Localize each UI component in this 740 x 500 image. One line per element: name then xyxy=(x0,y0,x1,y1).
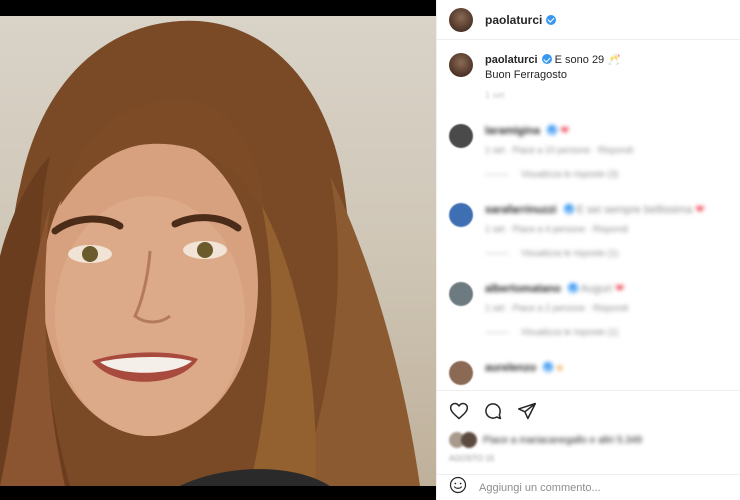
comment-item: laramigina ❤ 1 set · Piace a 10 persone … xyxy=(449,124,729,179)
caption-username[interactable]: paolaturci xyxy=(485,54,538,66)
caption-timestamp: 1 set xyxy=(485,90,505,100)
commenter-username[interactable]: albertomatano xyxy=(485,283,561,295)
post-photo[interactable] xyxy=(0,0,436,500)
view-replies-link[interactable]: Visualizza le risposte (1) xyxy=(485,327,628,337)
champagne-emoji: 🥂 xyxy=(607,54,621,66)
caption-text: paolaturci E sono 29 🥂 Buon Ferragosto xyxy=(485,53,621,83)
post-caption: paolaturci E sono 29 🥂 Buon Ferragosto 1… xyxy=(449,53,729,100)
commenter-username[interactable]: sarafarrinuzzi xyxy=(485,204,557,216)
post-date: AGOSTO 15 xyxy=(449,454,495,463)
replies-dash xyxy=(485,252,509,254)
commenter-username[interactable]: laramigina xyxy=(485,125,540,137)
comment-text: laramigina ❤ xyxy=(485,124,633,139)
comment-meta[interactable]: 1 set · Piace a 10 persone · Rispondi xyxy=(485,145,633,155)
heart-emoji-icon: ❤ xyxy=(615,283,625,295)
comment-item: sarafarrinuzzi E sei sempre bellissima ❤… xyxy=(449,203,729,258)
emoji-icon: ● xyxy=(556,362,564,374)
caption-body: E sono 29 xyxy=(554,54,605,66)
likes-text[interactable]: Piace a mariacanegallo e altri 5.349 xyxy=(483,435,642,446)
paper-plane-icon[interactable] xyxy=(517,401,537,421)
instagram-post-modal: paolaturci paolaturci E sono 29 🥂 Buon F… xyxy=(0,0,740,500)
likes-summary[interactable]: Piace a mariacanegallo e altri 5.349 xyxy=(449,432,729,448)
commenter-avatar[interactable] xyxy=(449,124,473,148)
post-sidebar: paolaturci paolaturci E sono 29 🥂 Buon F… xyxy=(436,0,740,500)
heart-outline-icon[interactable] xyxy=(449,401,469,421)
comment-body: Auguri xyxy=(580,283,613,295)
verified-badge-icon xyxy=(543,362,554,372)
comment-body: E sei sempre bellissima xyxy=(576,204,693,216)
portrait-illustration xyxy=(0,20,420,486)
caption-avatar[interactable] xyxy=(449,53,473,77)
author-avatar[interactable] xyxy=(449,7,473,32)
post-photo-image xyxy=(0,16,436,486)
view-replies-link[interactable]: Visualizza le risposte (3) xyxy=(485,169,633,179)
comment-meta[interactable]: 1 set · Piace a 4 persone · Rispondi xyxy=(485,224,704,234)
heart-emoji-icon: ❤ xyxy=(695,204,705,216)
comment-meta[interactable]: 1 set · Piace a 2 persone · Rispondi xyxy=(485,303,628,313)
heart-emoji-icon: ❤ xyxy=(560,125,570,137)
commenter-avatar[interactable] xyxy=(449,203,473,227)
action-icons xyxy=(449,400,729,422)
comment-item: albertomatano Auguri ❤ 1 set · Piace a 2… xyxy=(449,282,729,337)
replies-label: Visualizza le risposte (3) xyxy=(521,169,619,179)
verified-badge-icon xyxy=(546,14,557,25)
comment-text: aurelenzo ● xyxy=(485,361,563,376)
author-username[interactable]: paolaturci xyxy=(485,13,542,27)
post-header: paolaturci xyxy=(437,0,740,40)
replies-dash xyxy=(485,331,509,333)
replies-dash xyxy=(485,173,509,175)
comment-item: aurelenzo ● xyxy=(449,361,729,385)
verified-badge-icon xyxy=(541,54,552,64)
replies-label: Visualizza le risposte (1) xyxy=(521,248,619,258)
replies-label: Visualizza le risposte (1) xyxy=(521,327,619,337)
add-comment-bar xyxy=(437,474,740,500)
comment-input[interactable] xyxy=(479,481,679,494)
commenter-username[interactable]: aurelenzo xyxy=(485,362,536,374)
comment-text: albertomatano Auguri ❤ xyxy=(485,282,628,297)
verified-badge-icon xyxy=(563,204,574,214)
liker-avatar xyxy=(461,432,477,448)
verified-badge-icon xyxy=(547,125,558,135)
commenter-avatar[interactable] xyxy=(449,282,473,306)
comments-list[interactable]: paolaturci E sono 29 🥂 Buon Ferragosto 1… xyxy=(437,41,740,389)
commenter-avatar[interactable] xyxy=(449,361,473,385)
view-replies-link[interactable]: Visualizza le risposte (1) xyxy=(485,248,704,258)
verified-badge-icon xyxy=(567,283,578,293)
caption-line-2: Buon Ferragosto xyxy=(485,69,567,81)
smiley-icon[interactable] xyxy=(449,476,467,499)
comment-text: sarafarrinuzzi E sei sempre bellissima ❤ xyxy=(485,203,704,218)
comment-bubble-icon[interactable] xyxy=(483,401,503,421)
